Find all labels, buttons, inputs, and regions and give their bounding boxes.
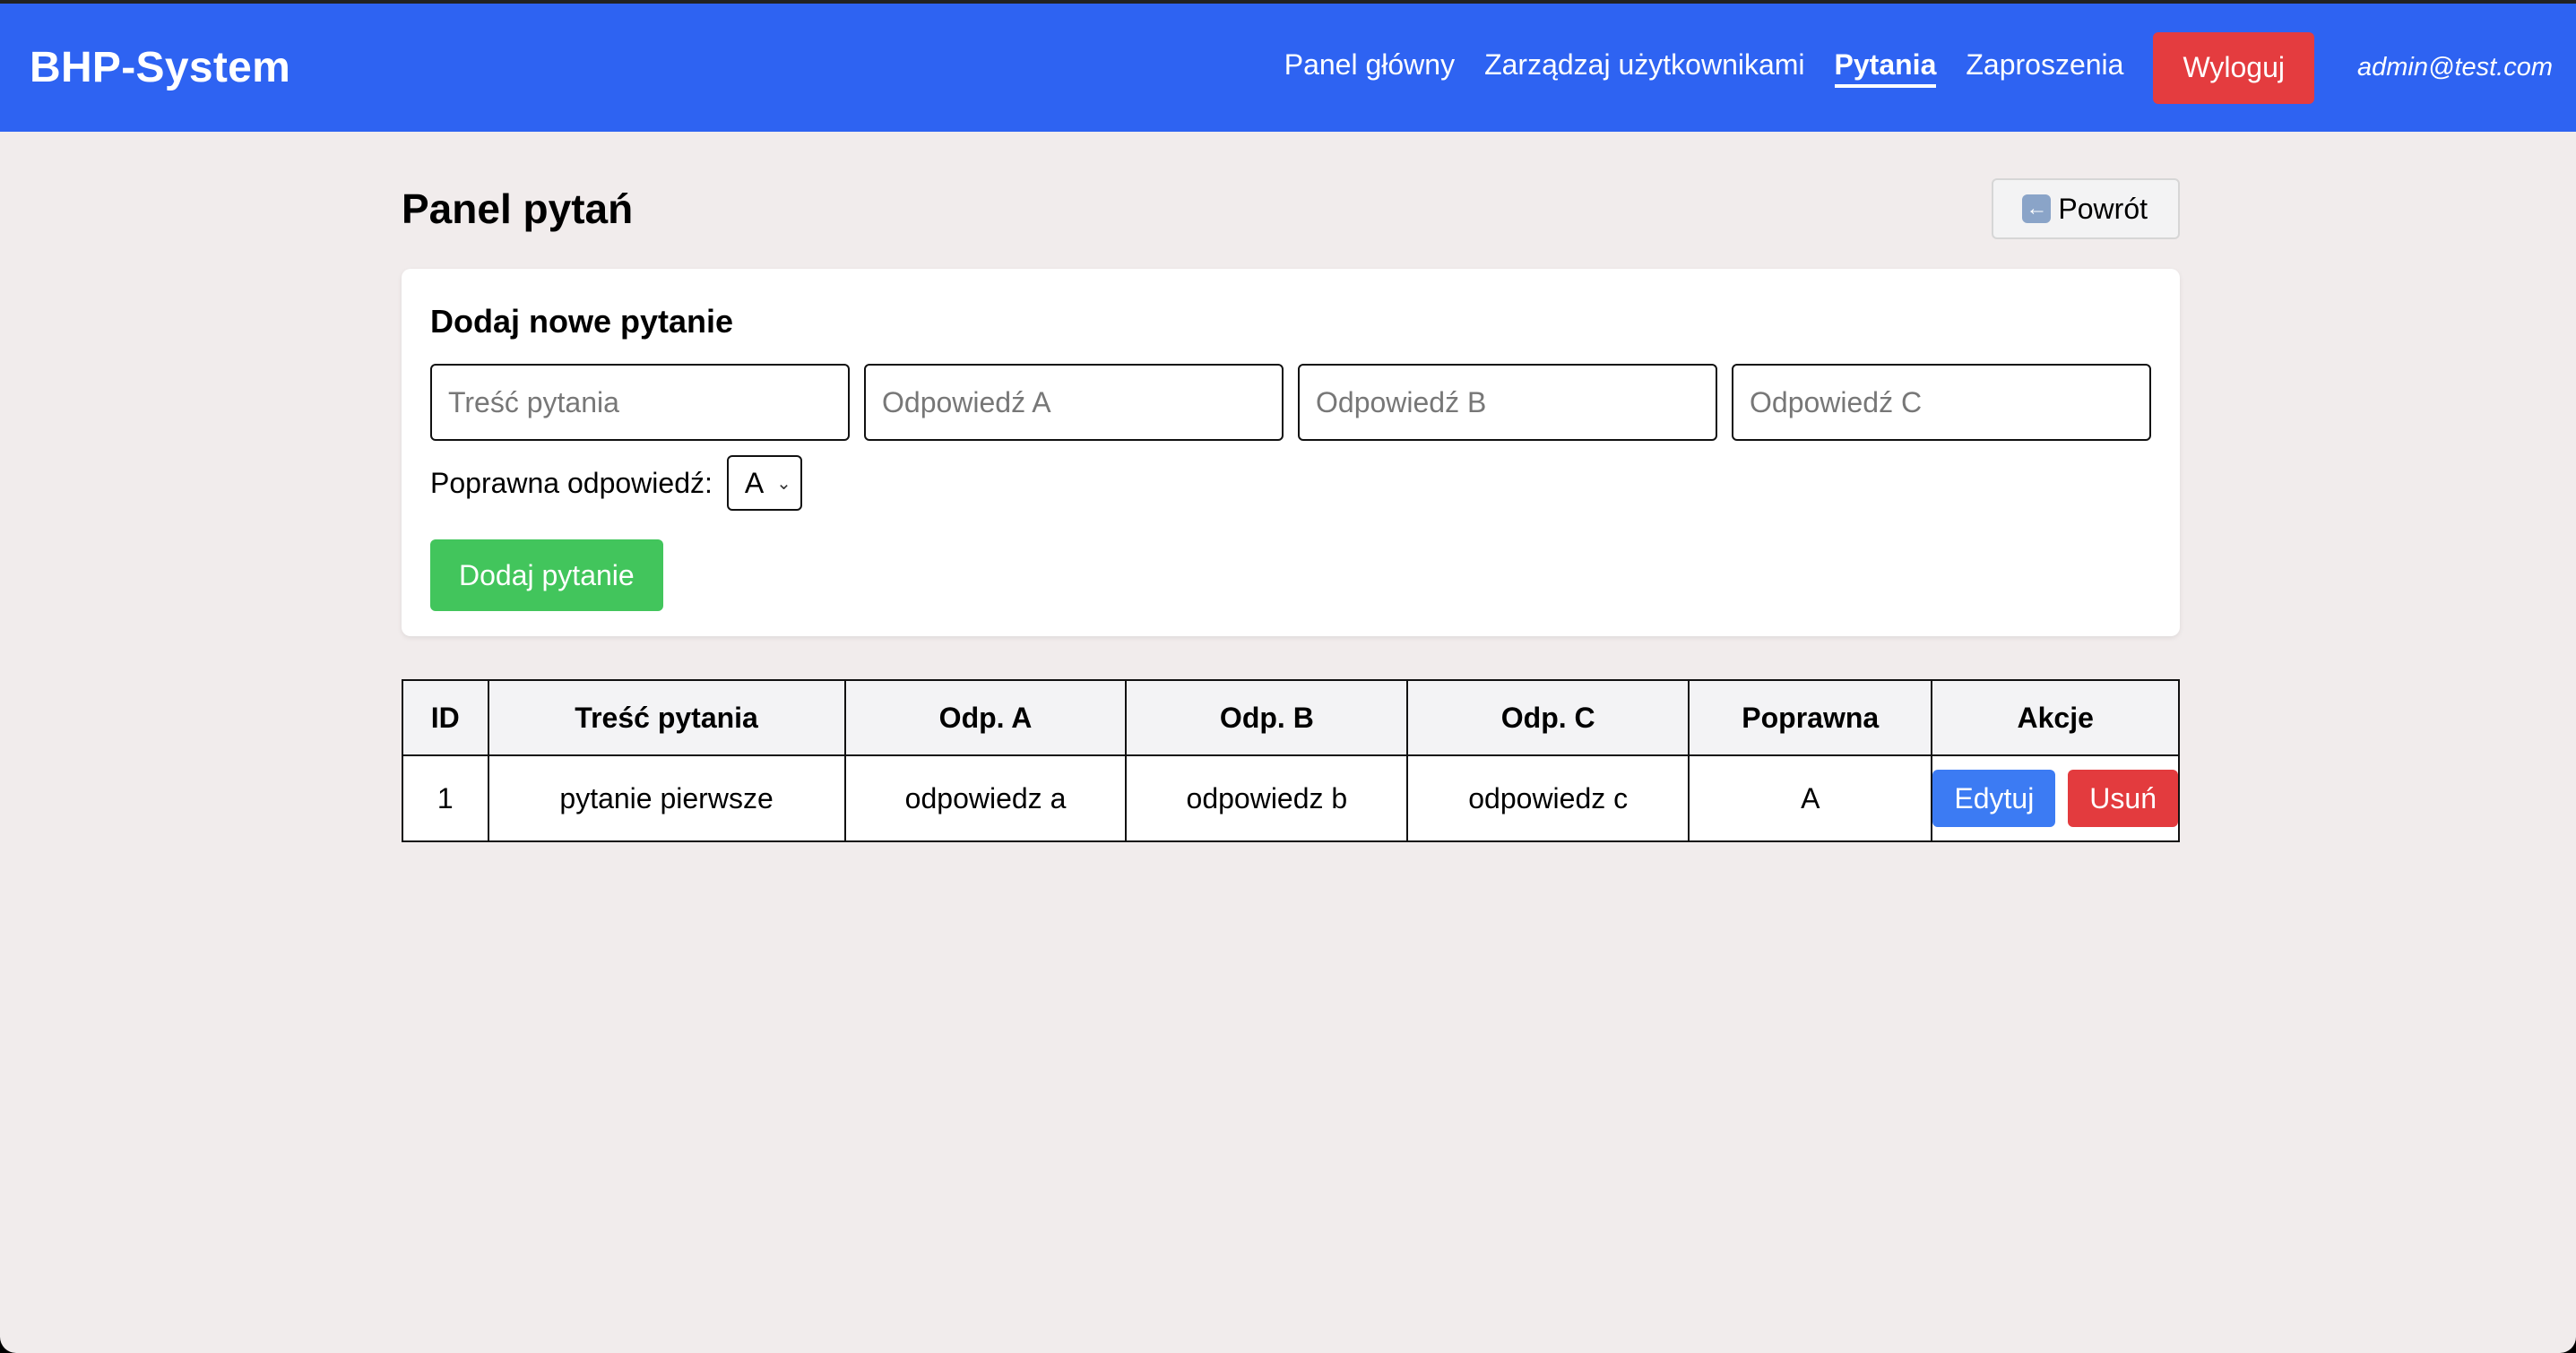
correct-answer-select[interactable]: A ⌄ (726, 455, 802, 511)
header-actions: Akcje (1931, 679, 2180, 756)
correct-answer-label: Poprawna odpowiedź: (430, 466, 713, 499)
cell-correct: A (1688, 754, 1933, 842)
delete-button[interactable]: Usuń (2068, 770, 2178, 827)
edit-button[interactable]: Edytuj (1932, 770, 2056, 827)
questions-table: ID Treść pytania Odp. A Odp. B Odp. C Po… (402, 679, 2180, 842)
page-title: Panel pytań (402, 185, 634, 232)
header-correct: Poprawna (1688, 679, 1933, 756)
answer-c-input[interactable] (1732, 364, 2151, 441)
navbar: BHP-System Panel główny Zarządzaj użytko… (0, 4, 2576, 132)
back-button[interactable]: ← Powrót (1992, 178, 2180, 239)
correct-answer-value: A (744, 466, 765, 499)
table-row: 1 pytanie pierwsze odpowiedz a odpowiedz… (402, 754, 2180, 842)
answer-b-input[interactable] (1298, 364, 1717, 441)
cell-question: pytanie pierwsze (487, 754, 846, 842)
user-email: admin@test.com (2356, 53, 2553, 82)
header-question: Treść pytania (487, 679, 846, 756)
cell-answer-c: odpowiedz c (1406, 754, 1690, 842)
cell-actions: Edytuj Usuń (1931, 754, 2180, 842)
header-answer-a: Odp. A (843, 679, 1128, 756)
chevron-down-icon: ⌄ (776, 473, 791, 494)
add-question-card: Dodaj nowe pytanie Poprawna odpowiedź: A… (402, 269, 2180, 636)
cell-id: 1 (402, 754, 489, 842)
back-button-label: Powrót (2058, 192, 2148, 225)
answer-a-input[interactable] (864, 364, 1284, 441)
page-header: Panel pytań ← Powrót (402, 176, 2180, 242)
brand-logo[interactable]: BHP-System (30, 43, 290, 92)
app-window: BHP-System Panel główny Zarządzaj użytko… (0, 0, 2576, 1353)
question-input[interactable] (430, 364, 850, 441)
form-title: Dodaj nowe pytanie (430, 303, 734, 340)
correct-answer-row: Poprawna odpowiedź: A ⌄ (430, 455, 2151, 511)
add-question-button[interactable]: Dodaj pytanie (430, 539, 663, 611)
header-id: ID (402, 679, 489, 756)
nav-link-manage-users[interactable]: Zarządzaj użytkownikami (1484, 48, 1804, 88)
table-header-row: ID Treść pytania Odp. A Odp. B Odp. C Po… (402, 679, 2180, 756)
nav-links: Panel główny Zarządzaj użytkownikami Pyt… (1284, 31, 2553, 104)
nav-link-invitations[interactable]: Zaproszenia (1966, 48, 2123, 88)
header-answer-b: Odp. B (1125, 679, 1409, 756)
left-arrow-icon: ← (2022, 194, 2052, 223)
cell-answer-a: odpowiedz a (843, 754, 1128, 842)
logout-button[interactable]: Wyloguj (2153, 31, 2314, 104)
cell-answer-b: odpowiedz b (1125, 754, 1409, 842)
inputs-row (430, 364, 2151, 441)
nav-link-questions[interactable]: Pytania (1834, 48, 1937, 88)
main-content: Panel pytań ← Powrót Dodaj nowe pytanie … (402, 176, 2180, 842)
nav-link-dashboard[interactable]: Panel główny (1284, 48, 1455, 88)
header-answer-c: Odp. C (1406, 679, 1690, 756)
